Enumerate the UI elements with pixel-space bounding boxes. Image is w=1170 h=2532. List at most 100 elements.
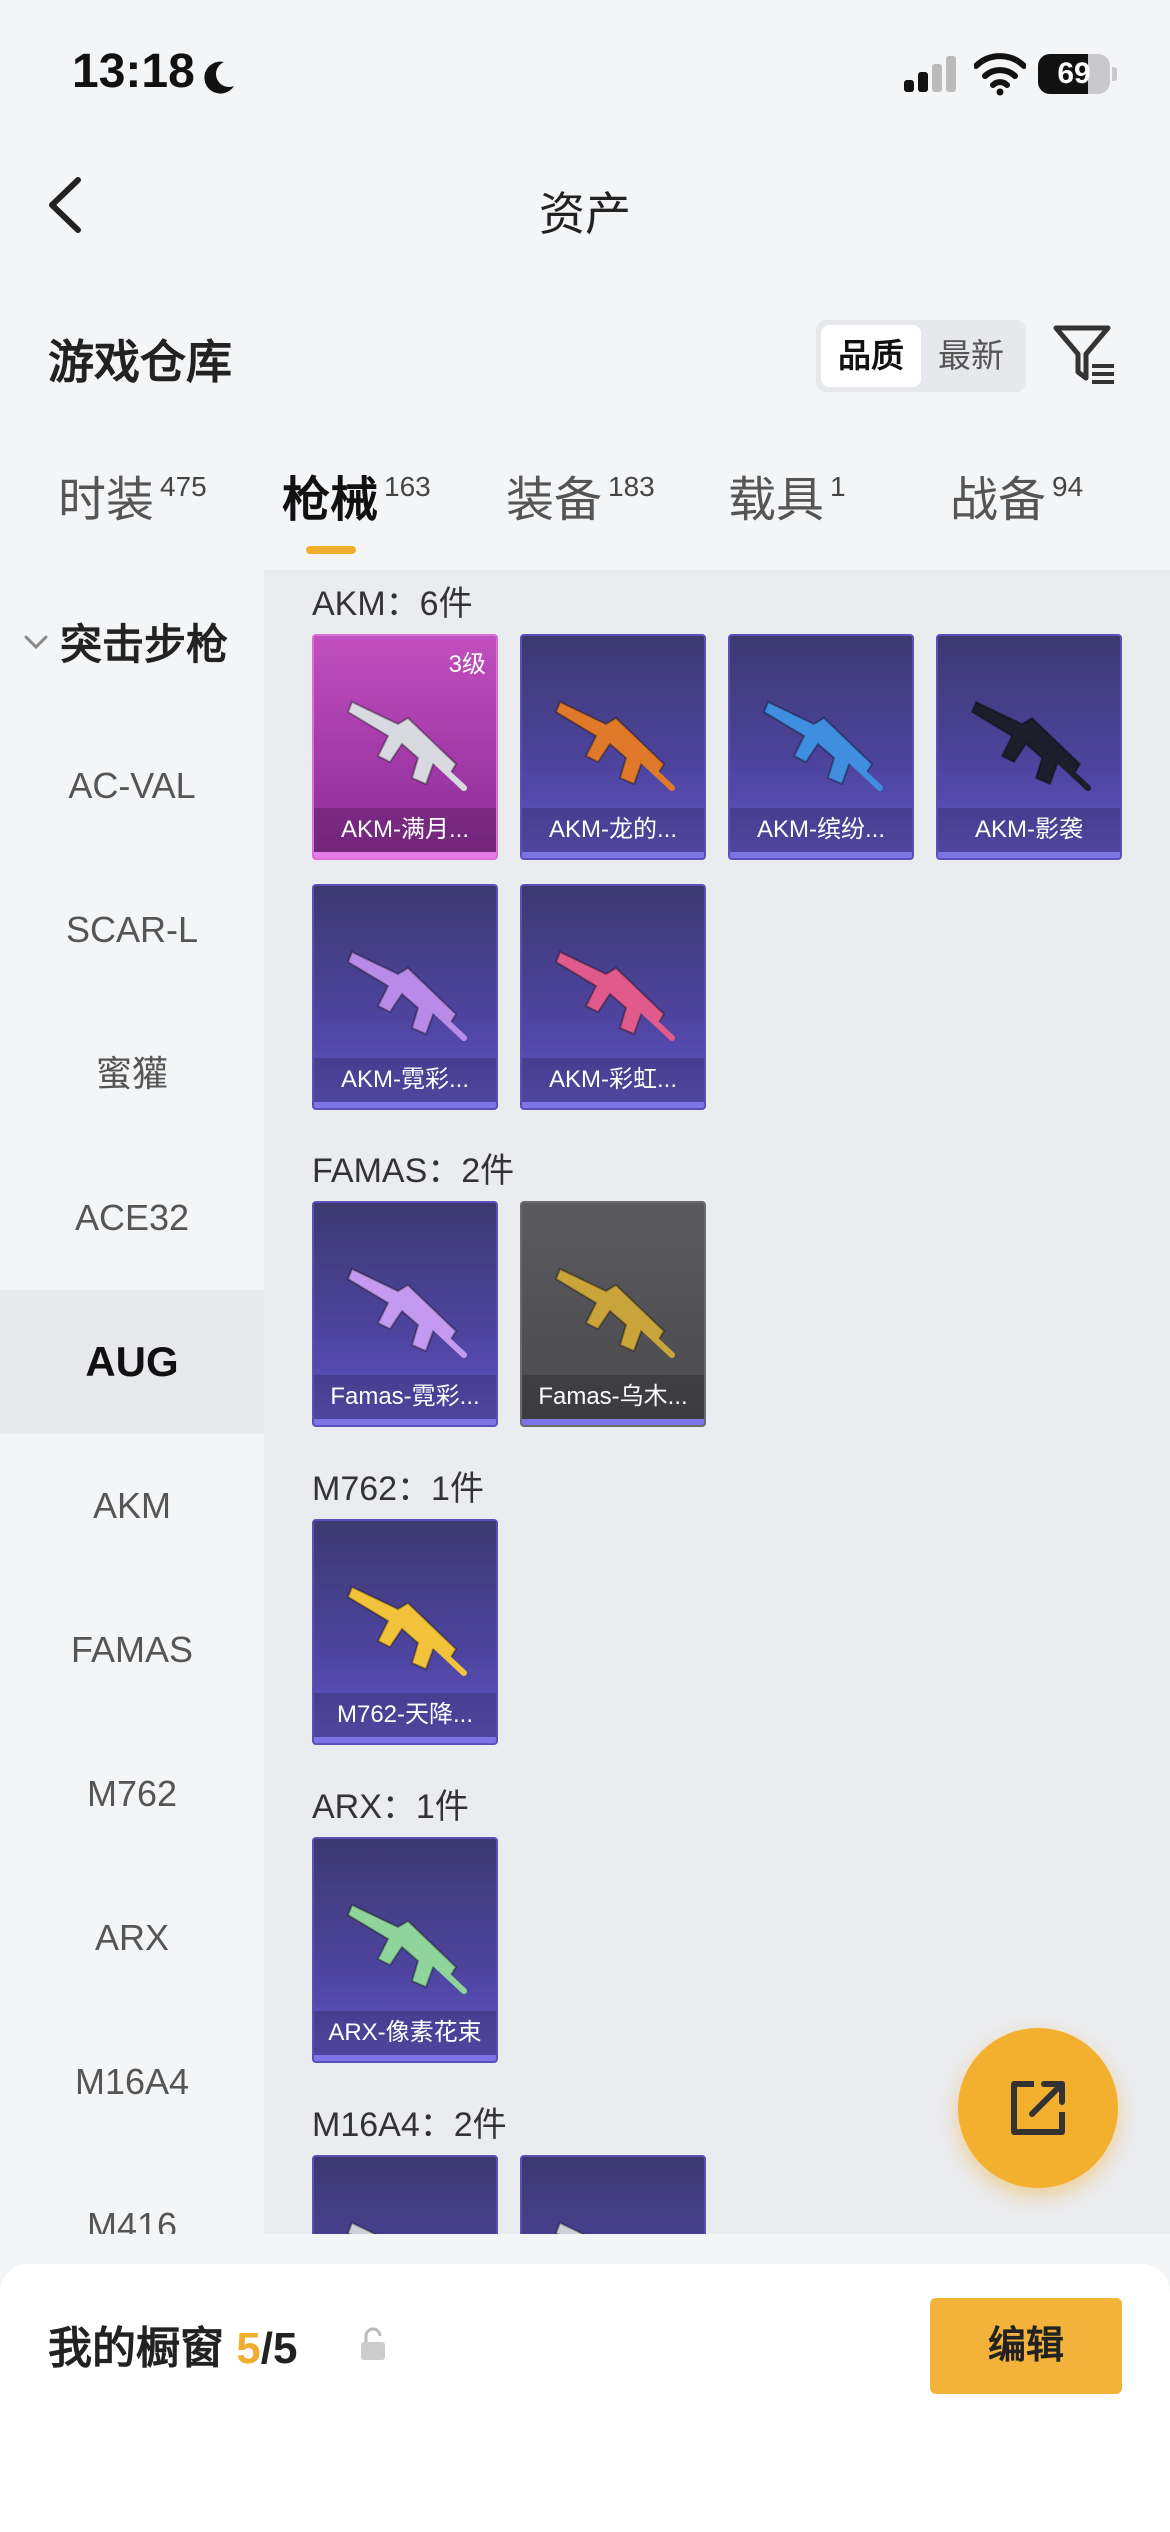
- gun-skin-icon: [346, 1903, 467, 1994]
- card-label: AKM-龙的...: [522, 808, 704, 852]
- sidebar-item-m762[interactable]: M762: [0, 1722, 264, 1866]
- weapon-card[interactable]: AKM-霓彩...: [312, 884, 498, 1110]
- weapon-card[interactable]: Famas-乌木...: [520, 1201, 706, 1427]
- tab-firearms[interactable]: 枪械 163: [282, 460, 431, 570]
- sort-latest-button[interactable]: 最新: [921, 325, 1021, 387]
- sidebar-item-aug[interactable]: AUG: [0, 1290, 264, 1434]
- tab-count: 475: [160, 471, 207, 502]
- showcase-total: /5: [260, 2324, 298, 2373]
- showcase-label: 我的橱窗 5/5: [48, 2312, 297, 2376]
- edit-button[interactable]: 编辑: [930, 2298, 1122, 2394]
- group-title-m762: M762：1件: [312, 1470, 484, 1508]
- gun-skin-icon: [346, 1585, 467, 1676]
- group-title-akm: AKM：6件: [312, 585, 473, 623]
- tab-count: 163: [384, 471, 431, 502]
- gun-skin-icon: [554, 1267, 675, 1358]
- tab-label: 枪械: [282, 474, 379, 527]
- card-rarity-bar: [730, 852, 912, 858]
- card-rarity-bar: [522, 1102, 704, 1108]
- card-label: M762-天降...: [314, 1693, 496, 1737]
- group-title-famas: FAMAS：2件: [312, 1152, 515, 1190]
- sidebar-item-honey-badger[interactable]: 蜜獾: [0, 1002, 264, 1146]
- sidebar-item-m16a4[interactable]: M16A4: [0, 2010, 264, 2154]
- card-label: Famas-霓彩...: [314, 1375, 496, 1419]
- weapon-card[interactable]: AKM-龙的...: [520, 634, 706, 860]
- card-rarity-bar: [314, 2055, 496, 2061]
- weapon-card[interactable]: M762-天降...: [312, 1519, 498, 1745]
- group-title-m16a4: M16A4：2件: [312, 2106, 507, 2144]
- sidebar-item-ace32[interactable]: ACE32: [0, 1146, 264, 1290]
- weapon-card[interactable]: [520, 2155, 706, 2234]
- sidebar-item-ac-val[interactable]: AC-VAL: [0, 714, 264, 858]
- sidebar-group-label: 突击步枪: [60, 621, 229, 668]
- gun-skin-icon: [346, 1267, 467, 1358]
- card-rarity-bar: [314, 1737, 496, 1743]
- weapon-grid: AKM：6件 FAMAS：2件 M762：1件 ARX：1件 M16A4：2件 …: [264, 570, 1170, 2234]
- gun-skin-icon: [970, 700, 1091, 791]
- battery-indicator: 69: [1038, 54, 1118, 94]
- wifi-icon: [974, 53, 1026, 96]
- weapon-card[interactable]: AKM-影袭: [936, 634, 1122, 860]
- sidebar-item-famas[interactable]: FAMAS: [0, 1578, 264, 1722]
- weapon-card[interactable]: ARX-像素花束: [312, 1837, 498, 2063]
- section-title: 游戏仓库: [48, 336, 232, 388]
- lock-icon: [361, 2327, 385, 2360]
- tab-label: 战备: [950, 474, 1047, 527]
- share-icon: [1011, 2081, 1065, 2135]
- sidebar-item-arx[interactable]: ARX: [0, 1866, 264, 2010]
- page-title: 资产: [539, 188, 631, 240]
- category-tabs: 时装 475 枪械 163 装备 183 载具 1 战备 94: [0, 460, 1170, 570]
- weapon-card[interactable]: 3级 AKM-满月...: [312, 634, 498, 860]
- showcase-title: 我的橱窗: [48, 2324, 224, 2373]
- tab-count: 94: [1052, 471, 1084, 502]
- tab-fashion[interactable]: 时装 475: [58, 460, 207, 570]
- tab-count: 1: [830, 471, 846, 502]
- card-label: Famas-乌木...: [522, 1375, 704, 1419]
- battery-text: 69: [1057, 57, 1091, 90]
- weapon-card[interactable]: Famas-霓彩...: [312, 1201, 498, 1427]
- tab-battle-gear[interactable]: 战备 94: [950, 460, 1083, 570]
- moon-icon: [204, 61, 234, 94]
- card-rarity-bar: [314, 1419, 496, 1425]
- weapon-card[interactable]: [312, 2155, 498, 2234]
- card-label: AKM-缤纷...: [730, 808, 912, 852]
- sidebar-item-m416[interactable]: M416: [0, 2154, 264, 2234]
- signal-icon: [904, 56, 956, 92]
- weapon-card[interactable]: AKM-缤纷...: [728, 634, 914, 860]
- tab-active-indicator: [306, 546, 356, 554]
- card-label: ARX-像素花束: [314, 2011, 496, 2055]
- gun-skin-icon: [762, 700, 883, 791]
- chevron-down-icon: [24, 635, 48, 650]
- tab-label: 装备: [506, 474, 603, 527]
- card-label: AKM-霓彩...: [314, 1058, 496, 1102]
- weapon-card[interactable]: AKM-彩虹...: [520, 884, 706, 1110]
- gun-skin-icon: [346, 700, 467, 791]
- card-label: AKM-满月...: [314, 808, 496, 852]
- gun-skin-icon: [554, 2221, 586, 2234]
- card-rarity-bar: [314, 852, 496, 858]
- card-label: AKM-影袭: [938, 808, 1120, 852]
- sidebar-item-scar-l[interactable]: SCAR-L: [0, 858, 264, 1002]
- filter-icon[interactable]: [1052, 322, 1118, 388]
- status-bar: 13:18 69: [0, 0, 1170, 140]
- status-time: 13:18: [72, 45, 195, 98]
- showcase-count: 5: [236, 2324, 261, 2373]
- gun-skin-icon: [346, 950, 467, 1041]
- sidebar-group-assault-rifles[interactable]: 突击步枪: [0, 570, 264, 714]
- weapon-sidebar: 突击步枪 AC-VAL SCAR-L 蜜獾 ACE32 AUG AKM FAMA…: [0, 570, 264, 2234]
- tab-label: 时装: [58, 474, 155, 527]
- card-label: AKM-彩虹...: [522, 1058, 704, 1102]
- tab-equipment[interactable]: 装备 183: [506, 460, 655, 570]
- gun-skin-icon: [554, 700, 675, 791]
- gun-skin-icon: [554, 950, 675, 1041]
- sidebar-item-akm[interactable]: AKM: [0, 1434, 264, 1578]
- sort-quality-button[interactable]: 品质: [821, 325, 921, 387]
- card-rarity-bar: [314, 1102, 496, 1108]
- card-rarity-bar: [522, 852, 704, 858]
- share-button[interactable]: [958, 2028, 1118, 2188]
- group-title-arx: ARX：1件: [312, 1788, 469, 1826]
- gun-skin-icon: [346, 2221, 378, 2234]
- tab-vehicles[interactable]: 载具 1: [728, 460, 846, 570]
- tab-label: 载具: [728, 474, 825, 527]
- card-rarity-bar: [938, 852, 1120, 858]
